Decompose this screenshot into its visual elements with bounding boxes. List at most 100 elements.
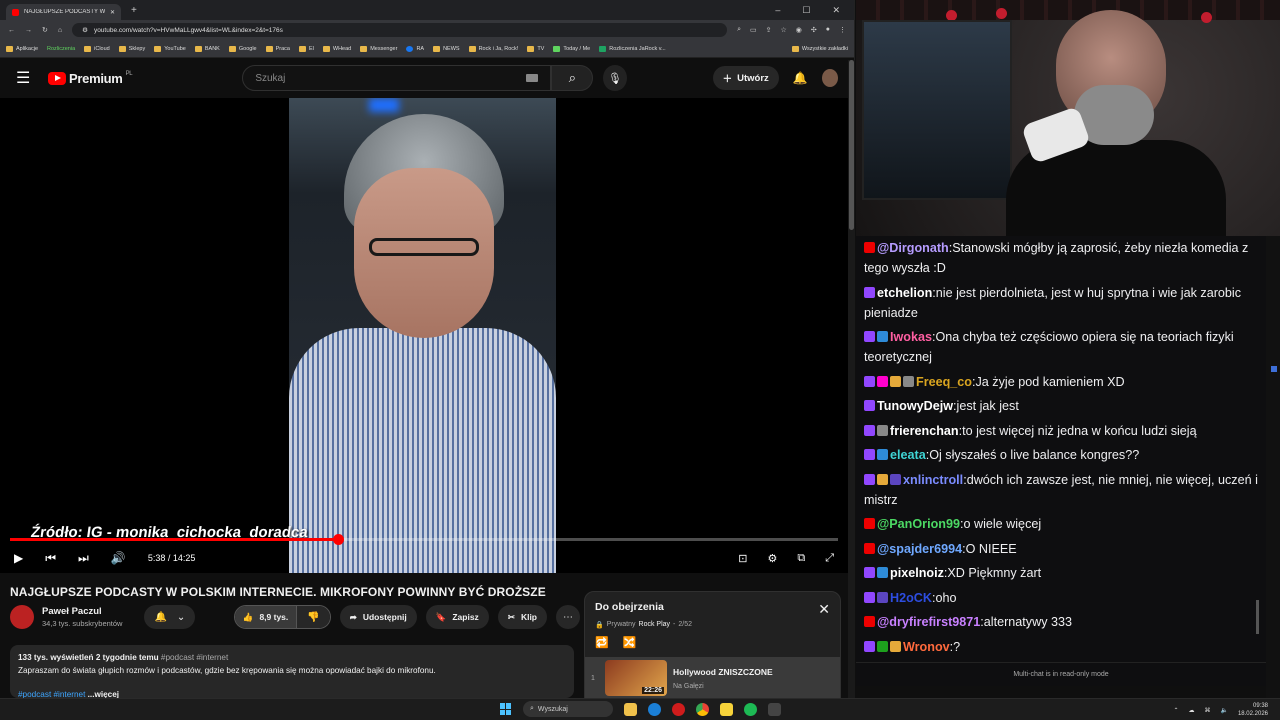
home-icon[interactable]: ⌂ bbox=[58, 27, 62, 34]
previous-icon[interactable]: ⏮ bbox=[45, 551, 56, 566]
opera-icon[interactable] bbox=[672, 702, 685, 716]
scrubber-handle[interactable] bbox=[332, 534, 344, 545]
settings-icon[interactable]: ⚙ bbox=[767, 552, 777, 565]
chat-username[interactable]: @Dirgonath bbox=[877, 241, 949, 255]
bookmark-item[interactable]: TV bbox=[527, 45, 544, 52]
keyboard-icon[interactable] bbox=[526, 74, 539, 82]
channel-name[interactable]: Paweł Paczul bbox=[42, 606, 122, 617]
playlist-title[interactable]: Do obejrzenia bbox=[595, 601, 664, 618]
description-box[interactable]: 133 tys. wyświetleń 2 tygodnie temu #pod… bbox=[10, 645, 574, 699]
loop-icon[interactable]: 🔁 bbox=[595, 636, 609, 649]
new-tab-button[interactable]: + bbox=[131, 5, 137, 16]
chat-username[interactable]: etchelion bbox=[877, 286, 932, 300]
chevron-up-icon[interactable]: ⌃ bbox=[1173, 707, 1178, 714]
chat-scrollbar[interactable] bbox=[1256, 600, 1259, 634]
chat-username[interactable]: @PanOrion99 bbox=[877, 517, 960, 531]
more-actions-button[interactable]: ⋯ bbox=[556, 605, 580, 629]
bookmark-item[interactable]: Rozliczenia bbox=[47, 46, 75, 52]
chat-username[interactable]: Iwokas bbox=[890, 330, 932, 344]
next-icon[interactable]: ⏭ bbox=[78, 551, 89, 566]
save-button[interactable]: 🔖 Zapisz bbox=[425, 605, 489, 629]
video-player[interactable]: Źródło: IG - monika_cichocka_doradca ▶ ⏮… bbox=[0, 98, 848, 573]
bookmark-item[interactable]: RA bbox=[406, 45, 424, 52]
menu-icon[interactable]: ☰ bbox=[16, 68, 34, 88]
share-icon[interactable]: ⇪ bbox=[766, 26, 772, 34]
notes-icon[interactable] bbox=[720, 702, 733, 716]
progress-bar[interactable] bbox=[10, 534, 838, 545]
bookmark-item[interactable]: iCloud bbox=[84, 45, 110, 52]
spotify-icon[interactable] bbox=[744, 702, 757, 716]
taskbar-search[interactable]: ⌕ Wyszukaj bbox=[523, 701, 613, 717]
chat-username[interactable]: H2oCK bbox=[890, 591, 932, 605]
url-field[interactable]: ⚙ youtube.com/watch?v=HVwMaLLgwv4&list=W… bbox=[72, 23, 728, 37]
chat-username[interactable]: @dryfirefirst9871 bbox=[877, 615, 980, 629]
chat-username[interactable]: Freeq_co bbox=[916, 375, 972, 389]
miniplayer-icon[interactable]: ⧉ bbox=[797, 552, 805, 565]
play-icon[interactable]: ▶ bbox=[14, 551, 23, 565]
bookmark-item[interactable]: BANK bbox=[194, 45, 220, 52]
site-info-icon[interactable]: ⚙ bbox=[82, 26, 88, 34]
chat-username[interactable]: xnlinctroll bbox=[903, 473, 963, 487]
profile-icon[interactable]: ● bbox=[826, 26, 830, 34]
network-icon[interactable]: ⌘ bbox=[1204, 707, 1210, 714]
channel-avatar[interactable] bbox=[10, 605, 34, 629]
puzzle-icon[interactable]: ✣ bbox=[811, 26, 817, 34]
voice-search-button[interactable]: 🎙 bbox=[603, 65, 627, 91]
bookmark-item[interactable]: Aplikacje bbox=[6, 45, 38, 52]
bookmark-item[interactable]: WHead bbox=[322, 45, 351, 52]
subscription-button[interactable]: 🔔 ⌄ bbox=[144, 605, 196, 629]
cast-icon[interactable]: ▭ bbox=[750, 26, 757, 34]
shuffle-icon[interactable]: 🔀 bbox=[623, 636, 637, 649]
chat-username[interactable]: pixelnoiz bbox=[890, 566, 944, 580]
playlist-item[interactable]: 1 22:26 Hollywood ZNISZCZONE Na Gałęzi bbox=[585, 657, 840, 699]
edge-icon[interactable] bbox=[648, 702, 661, 716]
bookmark-item[interactable]: Messenger bbox=[360, 45, 397, 52]
chat-username[interactable]: TunowyDejw bbox=[877, 399, 953, 413]
forward-icon[interactable]: → bbox=[25, 27, 32, 34]
search-input[interactable]: Szukaj bbox=[242, 65, 552, 91]
close-icon[interactable]: ✕ bbox=[818, 601, 830, 618]
cloud-icon[interactable]: ☁ bbox=[1188, 707, 1194, 714]
minimize-icon[interactable]: – bbox=[775, 5, 780, 16]
star-icon[interactable]: ☆ bbox=[781, 26, 787, 34]
menu-dots-icon[interactable]: ⋮ bbox=[839, 26, 846, 34]
speaker-icon[interactable]: 🔈 bbox=[1220, 707, 1227, 714]
avatar[interactable] bbox=[821, 69, 838, 87]
close-window-icon[interactable]: ✕ bbox=[832, 5, 840, 16]
reload-icon[interactable]: ↻ bbox=[42, 26, 48, 34]
bookmark-item[interactable]: Today / Me bbox=[553, 45, 590, 52]
app-icon[interactable] bbox=[768, 702, 781, 716]
scrollbar-thumb[interactable] bbox=[849, 60, 854, 230]
chat-username[interactable]: @spajder6994 bbox=[877, 542, 962, 556]
back-icon[interactable]: ← bbox=[8, 27, 15, 34]
description-stats-tags[interactable]: #podcast #internet bbox=[161, 653, 228, 662]
subtitles-icon[interactable]: ⊡ bbox=[738, 552, 747, 565]
chat-username[interactable]: eleata bbox=[890, 448, 926, 462]
share-button[interactable]: ➦ Udostępnij bbox=[339, 605, 417, 629]
windows-start-icon[interactable] bbox=[500, 703, 512, 715]
bookmark-item[interactable]: El bbox=[298, 45, 314, 52]
bookmark-item[interactable]: Sklepy bbox=[118, 45, 145, 52]
chat-username[interactable]: frierenchan bbox=[890, 424, 959, 438]
zoom-icon[interactable]: ⌕ bbox=[737, 26, 741, 34]
dislike-button[interactable]: 👎 bbox=[296, 606, 330, 628]
bookmark-item[interactable]: Rozliczenia JaRock v... bbox=[599, 45, 666, 52]
bookmark-item[interactable]: Rock i Ja, Rock! bbox=[468, 45, 518, 52]
close-tab-icon[interactable]: ✕ bbox=[110, 9, 115, 16]
search-button[interactable]: ⌕ bbox=[551, 65, 594, 91]
clip-button[interactable]: ✂ Klip bbox=[497, 605, 547, 629]
bookmark-item[interactable]: NEWS bbox=[433, 45, 460, 52]
like-button[interactable]: 👍 8,9 tys. bbox=[234, 606, 297, 628]
bookmark-item[interactable]: Wszystkie zakładki bbox=[791, 45, 848, 52]
clock[interactable]: 09:38 18.02.2026 bbox=[1238, 702, 1268, 718]
bookmark-item[interactable]: Google bbox=[228, 45, 257, 52]
youtube-logo[interactable]: Premium PL bbox=[48, 71, 133, 86]
chrome-icon[interactable] bbox=[696, 702, 709, 716]
extension-icon[interactable]: ◉ bbox=[796, 26, 802, 34]
maximize-icon[interactable]: ☐ bbox=[802, 5, 810, 16]
notifications-icon[interactable]: 🔔 bbox=[793, 71, 808, 85]
bookmark-item[interactable]: Praca bbox=[265, 45, 290, 52]
volume-icon[interactable]: 🔊 bbox=[111, 551, 126, 565]
chat-username[interactable]: Wronov bbox=[903, 640, 950, 654]
fullscreen-icon[interactable]: ⤢ bbox=[825, 552, 834, 565]
